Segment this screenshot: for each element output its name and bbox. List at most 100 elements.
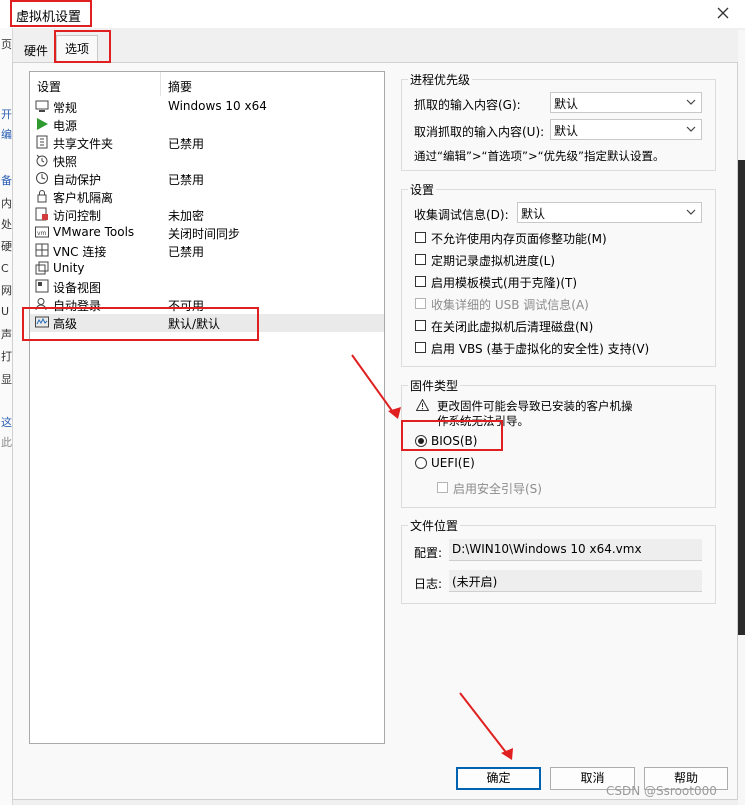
list-item-general[interactable]: 常规 Windows 10 x64 bbox=[30, 98, 384, 116]
usb-debug-checkbox bbox=[415, 298, 426, 309]
background-char: 开 bbox=[1, 108, 12, 121]
close-icon bbox=[717, 7, 729, 19]
list-item-summary: Windows 10 x64 bbox=[168, 99, 267, 113]
list-item-summary: 已禁用 bbox=[168, 137, 205, 151]
log-progress-label: 定期记录虚拟机进度(L) bbox=[431, 254, 556, 268]
list-item-autoprotect[interactable]: 自动保护 已禁用 bbox=[30, 170, 384, 188]
process-priority-title: 进程优先级 bbox=[408, 71, 473, 88]
usb-debug-label: 收集详细的 USB 调试信息(A) bbox=[431, 298, 589, 312]
background-char: 编 bbox=[1, 128, 12, 141]
device-view-icon bbox=[35, 279, 49, 293]
annotation-arrow-icon bbox=[459, 692, 513, 760]
list-item-guest-isolation[interactable]: 客户机隔离 bbox=[30, 188, 384, 206]
isolation-icon bbox=[37, 190, 47, 203]
vmware-tools-icon: vm bbox=[35, 226, 49, 238]
config-path-value: D:\WIN10\Windows 10 x64.vmx bbox=[452, 542, 642, 556]
background-char: 处 bbox=[1, 218, 12, 231]
list-item-vnc[interactable]: VNC 连接 已禁用 bbox=[30, 242, 384, 260]
list-item-summary: 已禁用 bbox=[168, 173, 205, 187]
list-item-shared-folders[interactable]: 共享文件夹 已禁用 bbox=[30, 134, 384, 152]
list-item-name: 自动保护 bbox=[53, 173, 102, 187]
autoprotect-icon bbox=[36, 172, 48, 184]
close-button[interactable] bbox=[712, 2, 734, 24]
annotation-highlight-title bbox=[10, 0, 92, 27]
list-item-name: Unity bbox=[53, 261, 85, 275]
column-header-setting: 设置 bbox=[37, 80, 62, 94]
background-char: C bbox=[1, 262, 9, 275]
list-item-name: 常规 bbox=[53, 101, 78, 115]
vbs-label: 启用 VBS (基于虚拟化的安全性) 支持(V) bbox=[431, 342, 650, 356]
ungrabbed-input-value: 默认 bbox=[554, 124, 579, 138]
ungrabbed-input-select[interactable]: 默认 bbox=[550, 119, 702, 140]
ok-button[interactable]: 确定 bbox=[456, 767, 541, 790]
list-item-summary: 已禁用 bbox=[168, 245, 205, 259]
snapshot-icon bbox=[36, 154, 48, 167]
grabbed-input-select[interactable]: 默认 bbox=[550, 92, 702, 113]
file-location-group bbox=[401, 525, 716, 604]
collect-debug-select[interactable]: 默认 bbox=[517, 202, 702, 223]
background-char: 显 bbox=[1, 373, 12, 386]
chevron-down-icon bbox=[686, 126, 696, 132]
log-progress-checkbox[interactable] bbox=[415, 254, 426, 265]
annotation-highlight-tab bbox=[54, 30, 111, 63]
background-char: 声 bbox=[1, 328, 12, 341]
access-control-icon bbox=[35, 207, 48, 221]
priority-hint: 通过“编辑”>“首选项”>“优先级”指定默认设置。 bbox=[414, 149, 665, 163]
file-location-title: 文件位置 bbox=[408, 517, 461, 534]
list-item-unity[interactable]: Unity bbox=[30, 260, 384, 278]
list-item-name: 电源 bbox=[53, 119, 78, 133]
background-char: 备 bbox=[1, 174, 12, 187]
annotation-arrow-icon bbox=[351, 354, 401, 419]
svg-text:vm: vm bbox=[37, 230, 47, 237]
background-char: 网 bbox=[1, 284, 12, 297]
column-header-summary: 摘要 bbox=[168, 80, 193, 94]
list-item-vmware-tools[interactable]: vm VMware Tools 关闭时间同步 bbox=[30, 224, 384, 242]
power-icon bbox=[37, 118, 48, 130]
background-char: 这 bbox=[1, 416, 12, 429]
list-item-access-control[interactable]: 访问控制 未加密 bbox=[30, 206, 384, 224]
annotation-highlight-advanced bbox=[22, 307, 259, 341]
chevron-down-icon bbox=[686, 99, 696, 105]
background-char: U bbox=[1, 305, 10, 318]
watermark: CSDN @Ssroot000 bbox=[606, 784, 717, 798]
list-item-summary: 未加密 bbox=[168, 209, 205, 223]
template-mode-label: 启用模板模式(用于克隆)(T) bbox=[431, 276, 578, 290]
background-char: 此 bbox=[1, 436, 12, 449]
uefi-radio[interactable] bbox=[415, 457, 427, 469]
memory-trim-checkbox[interactable] bbox=[415, 232, 426, 243]
chevron-down-icon bbox=[686, 209, 696, 215]
settings-group-title: 设置 bbox=[408, 181, 437, 198]
uefi-label: UEFI(E) bbox=[431, 456, 475, 470]
unity-icon bbox=[35, 261, 49, 275]
vnc-icon bbox=[35, 243, 49, 257]
list-item-name: 客户机隔离 bbox=[53, 191, 114, 205]
list-item-name: 访问控制 bbox=[53, 209, 102, 223]
log-path-value: (未开启) bbox=[452, 575, 498, 589]
list-item-name: 设备视图 bbox=[53, 281, 102, 295]
list-item-power[interactable]: 电源 bbox=[30, 116, 384, 134]
memory-trim-label: 不允许使用内存页面修整功能(M) bbox=[431, 232, 607, 246]
list-item-snapshots[interactable]: 快照 bbox=[30, 152, 384, 170]
clean-disk-label: 在关闭此虚拟机后清理磁盘(N) bbox=[431, 320, 594, 334]
general-icon bbox=[35, 100, 49, 112]
background-char: 页 bbox=[1, 38, 12, 51]
list-item-name: 快照 bbox=[53, 155, 78, 169]
grabbed-input-label: 抓取的输入内容(G): bbox=[414, 98, 521, 112]
list-item-name: VMware Tools bbox=[53, 225, 135, 239]
background-char: 硬 bbox=[1, 240, 12, 253]
list-item-summary: 关闭时间同步 bbox=[168, 227, 241, 241]
column-separator bbox=[160, 72, 161, 96]
shared-folder-icon bbox=[36, 135, 48, 149]
log-path-field[interactable]: (未开启) bbox=[449, 570, 702, 592]
log-label: 日志: bbox=[414, 577, 443, 591]
secure-boot-checkbox bbox=[437, 482, 448, 493]
config-label: 配置: bbox=[414, 546, 443, 560]
list-item-device-view[interactable]: 设备视图 bbox=[30, 278, 384, 296]
background-char: 打 bbox=[1, 350, 12, 363]
clean-disk-checkbox[interactable] bbox=[415, 320, 426, 331]
collect-debug-value: 默认 bbox=[521, 207, 546, 221]
config-path-field[interactable]: D:\WIN10\Windows 10 x64.vmx bbox=[449, 539, 702, 561]
template-mode-checkbox[interactable] bbox=[415, 276, 426, 287]
collect-debug-label: 收集调试信息(D): bbox=[414, 208, 509, 222]
tab-hardware[interactable]: 硬件 bbox=[16, 40, 56, 63]
